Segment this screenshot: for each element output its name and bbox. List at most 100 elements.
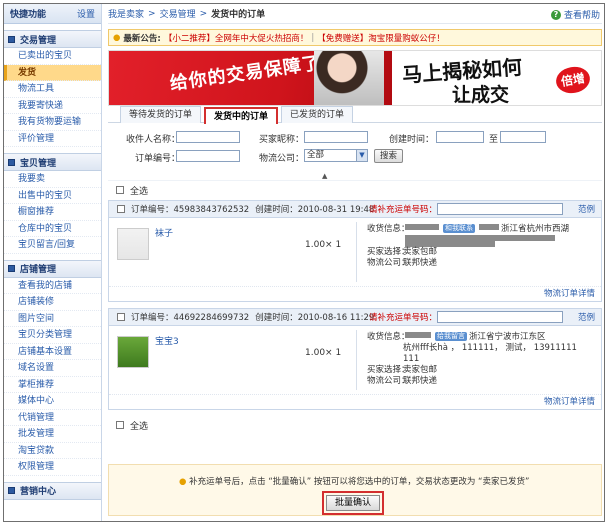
tab-waiting-shipment[interactable]: 等待发货的订单 bbox=[120, 106, 202, 123]
sidebar-item[interactable]: 我要寄快递 bbox=[4, 98, 101, 114]
sidebar-section-title: 店铺管理 bbox=[20, 265, 57, 275]
sidebar-section-header[interactable]: 宝贝管理 bbox=[4, 153, 101, 171]
receiver-address: 浙江省宁波市江东区 bbox=[469, 332, 546, 342]
select-all-checkbox[interactable] bbox=[116, 421, 124, 429]
product-quantity: 1.00× 1 bbox=[305, 348, 342, 358]
sidebar-item[interactable]: 图片空间 bbox=[4, 311, 101, 327]
order-card: 订单编号：44692284699732 创建时间：2010-08-16 11:2… bbox=[108, 308, 602, 410]
sidebar-item[interactable]: 评价管理 bbox=[4, 131, 101, 147]
sidebar-item[interactable]: 物流工具 bbox=[4, 81, 101, 98]
example-link[interactable]: 范例 bbox=[578, 203, 595, 215]
sidebar-item[interactable]: 我有货物要运输 bbox=[4, 114, 101, 131]
notice-link[interactable]: 【免费赠送】淘宝限量购蚁公仔！ bbox=[317, 32, 445, 44]
sidebar-item[interactable]: 批发管理 bbox=[4, 426, 101, 443]
sidebar-section-header[interactable]: 交易管理 bbox=[4, 30, 101, 48]
breadcrumb-separator: > bbox=[148, 8, 156, 19]
receiver-name-input[interactable] bbox=[176, 131, 240, 143]
banner-headline-2: 让成交 bbox=[452, 84, 510, 106]
select-all-checkbox[interactable] bbox=[116, 186, 124, 194]
sidebar-item[interactable]: 店铺基本设置 bbox=[4, 344, 101, 360]
sidebar-item[interactable]: 仓库中的宝贝 bbox=[4, 221, 101, 237]
sidebar-item[interactable]: 已卖出的宝贝 bbox=[4, 48, 101, 65]
buyer-nick-input[interactable] bbox=[304, 131, 368, 143]
product-quantity: 1.00× 1 bbox=[305, 240, 342, 250]
help-link[interactable]: ? 查看帮助 bbox=[550, 8, 600, 21]
sidebar-item[interactable]: 店铺装修 bbox=[4, 294, 101, 311]
notice-bar: ● 最新公告: 【小二推荐】全网年中大促火热招商！ | 【免费赠送】淘宝限量购蚁… bbox=[108, 29, 602, 46]
tab-shipped[interactable]: 已发货的订单 bbox=[281, 106, 354, 123]
notice-label: 最新公告: bbox=[123, 33, 161, 44]
tracking-number-input[interactable] bbox=[437, 311, 563, 323]
sidebar-item[interactable]: 掌柜推荐 bbox=[4, 377, 101, 393]
sidebar-item[interactable]: 媒体中心 bbox=[4, 393, 101, 410]
buyer-choice-value: 卖家包邮 bbox=[403, 365, 438, 375]
breadcrumb-item[interactable]: 交易管理 bbox=[160, 7, 196, 20]
sidebar-item[interactable]: 查看我的店铺 bbox=[4, 278, 101, 294]
buyer-choice-label: 买家选择： bbox=[367, 247, 410, 257]
order-header: 订单编号：44692284699732 创建时间：2010-08-16 11:2… bbox=[109, 309, 601, 326]
product-name[interactable]: 宝宝3 bbox=[155, 334, 179, 347]
select-all-top[interactable]: 全选 bbox=[108, 181, 602, 199]
order-no-label: 订单编号： bbox=[134, 154, 180, 164]
sidebar-item[interactable]: 发货 bbox=[4, 64, 101, 81]
main-content: 我是卖家 > 交易管理 > 发货中的订单 ? 查看帮助 ● 最新公告: 【小二推荐】… bbox=[108, 4, 602, 521]
sidebar-item[interactable]: 代销管理 bbox=[4, 410, 101, 426]
receiver-name-label: 收件人名称： bbox=[125, 135, 180, 145]
section-square-icon bbox=[8, 35, 15, 43]
message-button[interactable]: 给我留言 bbox=[435, 332, 467, 341]
product-name[interactable]: 袜子 bbox=[155, 226, 173, 239]
tab-shipping[interactable]: 发货中的订单 bbox=[204, 107, 279, 124]
order-checkbox[interactable] bbox=[117, 313, 125, 321]
product-thumbnail[interactable] bbox=[117, 228, 149, 260]
sidebar-item[interactable]: 宝贝分类管理 bbox=[4, 327, 101, 344]
search-button[interactable]: 搜索 bbox=[374, 149, 404, 163]
receiver-label: 收货信息： bbox=[367, 224, 410, 234]
sidebar-item[interactable]: 域名设置 bbox=[4, 360, 101, 377]
sidebar-header: 快捷功能 设置 bbox=[4, 4, 101, 24]
select-all-bottom[interactable]: 全选 bbox=[108, 416, 602, 434]
created-to-input[interactable] bbox=[500, 131, 546, 143]
sidebar-item[interactable]: 出售中的宝贝 bbox=[4, 188, 101, 204]
section-square-icon bbox=[8, 158, 15, 166]
order-tabs: 等待发货的订单 发货中的订单 已发货的订单 bbox=[108, 106, 602, 124]
redacted-text bbox=[405, 332, 431, 338]
contact-button[interactable]: 和我联系 bbox=[443, 224, 475, 233]
order-checkbox[interactable] bbox=[117, 205, 125, 213]
logistics-select[interactable]: 全部 ▼ bbox=[304, 149, 368, 162]
divider bbox=[356, 330, 357, 390]
sidebar-section-header[interactable]: 店铺管理 bbox=[4, 259, 101, 278]
receiver-info: 收货信息： 给我留言 浙江省宁波市江东区 杭州fff长hà ， 111111， 测试… bbox=[367, 332, 595, 387]
logistics-detail-link[interactable]: 物流订单详情 bbox=[109, 286, 601, 301]
order-no-input[interactable] bbox=[176, 150, 240, 162]
promo-banner[interactable]: 给你的交易保障了吗? 马上揭秘如何 让成交 倍增 bbox=[108, 50, 602, 106]
sidebar-section-title: 宝贝管理 bbox=[20, 158, 57, 169]
logistics-detail-link[interactable]: 物流订单详情 bbox=[109, 394, 601, 409]
sidebar-settings-link[interactable]: 设置 bbox=[77, 7, 95, 20]
logistics-company-label: 物流公司： bbox=[367, 258, 410, 268]
sidebar-item[interactable]: 宝贝留言/回复 bbox=[4, 237, 101, 254]
sidebar-item[interactable]: 淘宝贷款 bbox=[4, 443, 101, 459]
breadcrumb-current: 发货中的订单 bbox=[211, 10, 266, 20]
sidebar-item[interactable]: 我要卖 bbox=[4, 171, 101, 188]
created-from-input[interactable] bbox=[436, 131, 484, 143]
collapse-icon[interactable]: ▲ bbox=[322, 172, 327, 180]
order-body: 袜子 1.00× 1 收货信息： 和我联系 浙江省杭州市西湖 买家选择： 卖家包邮 物… bbox=[109, 218, 601, 286]
sidebar-section-header[interactable]: 营销中心 bbox=[4, 481, 101, 500]
notice-link[interactable]: 【小二推荐】全网年中大促火热招商！ bbox=[164, 32, 309, 44]
batch-tip: ● 补充运单号后，点击 “批量确认” 按钮可以将您选中的订单，交易状态更改为 “… bbox=[179, 475, 529, 487]
product-thumbnail[interactable] bbox=[117, 336, 149, 368]
tracking-number-input[interactable] bbox=[437, 203, 563, 215]
batch-confirm-button[interactable]: 批量确认 bbox=[326, 495, 381, 511]
redacted-text bbox=[479, 224, 499, 230]
sidebar-title: 快捷功能 bbox=[10, 10, 47, 20]
breadcrumb-separator: > bbox=[199, 8, 208, 19]
order-created: 创建时间：2010-08-16 11:29 bbox=[255, 313, 375, 323]
sidebar-section-title: 交易管理 bbox=[20, 35, 57, 46]
sidebar-item[interactable]: 橱窗推荐 bbox=[4, 204, 101, 221]
example-link[interactable]: 范例 bbox=[578, 311, 595, 323]
select-all-label: 全选 bbox=[130, 186, 149, 197]
breadcrumb-item[interactable]: 我是卖家 bbox=[108, 7, 144, 20]
sidebar-item[interactable]: 权限管理 bbox=[4, 459, 101, 476]
logistics-company-label: 物流公司： bbox=[367, 376, 410, 386]
breadcrumb: 我是卖家 > 交易管理 > 发货中的订单 bbox=[108, 4, 602, 24]
